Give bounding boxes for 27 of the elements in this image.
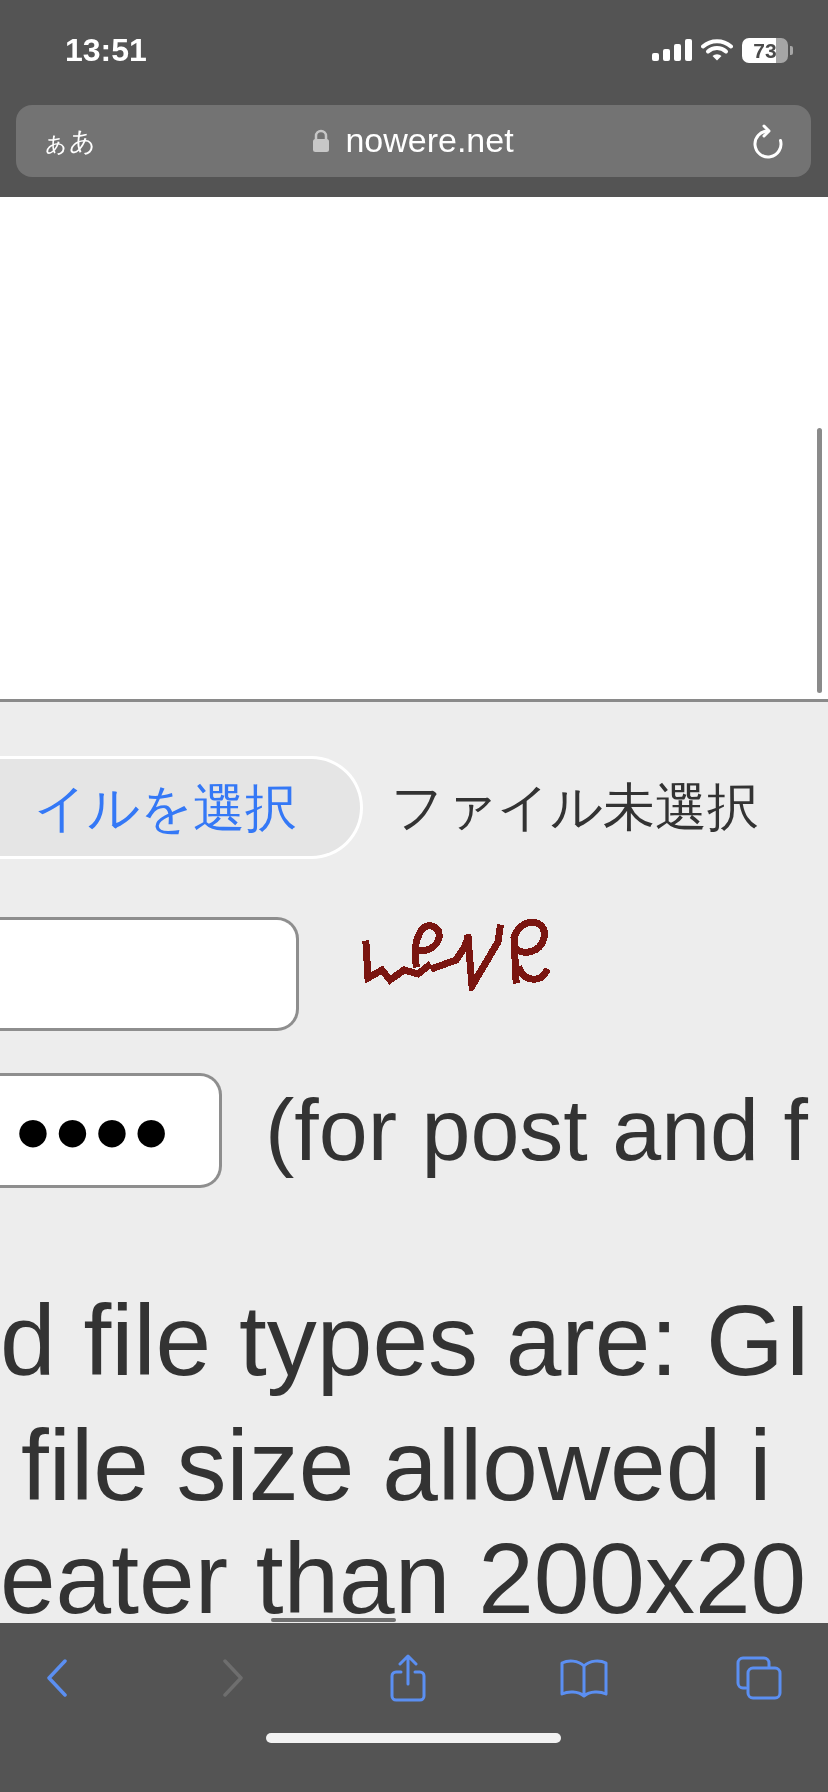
book-icon: [559, 1658, 608, 1698]
info-text: eater than 200x20: [0, 1539, 807, 1617]
signal-icon: [652, 39, 692, 61]
battery-indicator: 73: [742, 37, 793, 63]
password-note-text: (for post and f: [265, 1082, 808, 1179]
wifi-icon: [701, 39, 733, 61]
password-field[interactable]: ●●●●: [0, 1073, 222, 1188]
info-text: d file types are: GI: [0, 1283, 812, 1398]
choose-file-button[interactable]: イルを選択: [0, 756, 363, 859]
share-icon: [389, 1654, 427, 1702]
bookmarks-button[interactable]: [559, 1658, 608, 1698]
info-text: file size allowed i: [20, 1408, 772, 1523]
chevron-right-icon: [221, 1659, 244, 1697]
tabs-icon: [736, 1656, 782, 1700]
address-bar[interactable]: ぁあ nowere.net: [16, 105, 811, 177]
clock-time: 13:51: [65, 34, 147, 66]
reload-icon[interactable]: [752, 123, 784, 159]
lock-icon: [312, 129, 331, 153]
grabber-handle[interactable]: [271, 1618, 396, 1622]
back-button[interactable]: [46, 1659, 68, 1697]
chevron-left-icon: [46, 1659, 68, 1697]
tabs-button[interactable]: [736, 1656, 782, 1700]
text-size-button[interactable]: ぁあ: [42, 126, 96, 156]
share-button[interactable]: [389, 1654, 427, 1702]
url-text[interactable]: nowere.net: [345, 122, 514, 160]
file-status-text: ファイル未選択: [391, 778, 759, 837]
captcha-input[interactable]: [0, 917, 299, 1031]
